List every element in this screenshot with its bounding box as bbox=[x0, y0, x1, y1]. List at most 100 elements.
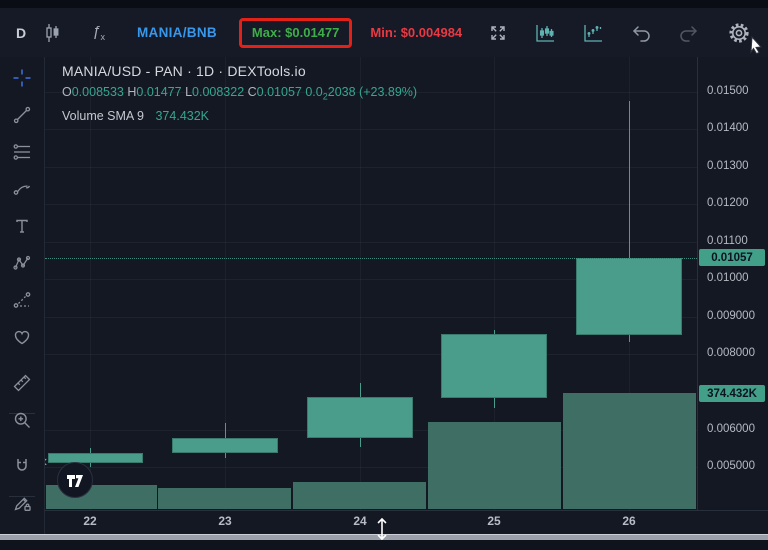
sidebar-tool-crosshair[interactable] bbox=[0, 63, 44, 93]
emoji-heart-icon bbox=[12, 327, 32, 347]
expand-icon bbox=[488, 23, 508, 43]
ruler-icon bbox=[12, 373, 32, 393]
chart-title: MANIA/USD - PAN · 1D · DEXTools.io bbox=[62, 63, 417, 79]
last-volume-badge: 374.432K bbox=[699, 385, 765, 402]
volume-bar bbox=[563, 393, 696, 509]
sidebar-tool-magnet[interactable] bbox=[0, 451, 44, 481]
max-price-label: Max: $0.01477 bbox=[252, 25, 339, 40]
redo-button[interactable] bbox=[672, 20, 706, 46]
price-tick: 0.01000 bbox=[707, 272, 749, 284]
axis-resize-handle[interactable] bbox=[374, 516, 390, 542]
sidebar-tool-brush[interactable] bbox=[0, 174, 44, 204]
mouse-cursor-icon bbox=[750, 36, 764, 54]
brush-icon bbox=[12, 179, 32, 199]
price-tick: 0.01400 bbox=[707, 122, 749, 134]
toolbar-right-group bbox=[468, 16, 758, 50]
price-tick: 0.006000 bbox=[707, 423, 755, 435]
candle-style-icon bbox=[42, 22, 62, 44]
h-gridline bbox=[45, 129, 697, 130]
min-price-label: Min: $0.004984 bbox=[370, 25, 462, 40]
price-tick: 0.01200 bbox=[707, 197, 749, 209]
time-tick: 23 bbox=[218, 514, 231, 528]
toolbar-left-group: D ƒx MANIA/BNB Max: $0.01477 Min: $0.004… bbox=[6, 18, 462, 48]
forecast-icon bbox=[12, 290, 32, 310]
price-tick: 0.01100 bbox=[707, 235, 748, 247]
h-gridline bbox=[45, 167, 697, 168]
indicators-button[interactable]: ƒx bbox=[68, 19, 123, 46]
high-value: 0.01477 bbox=[136, 85, 181, 99]
volume-bar bbox=[158, 488, 291, 509]
top-toolbar: D ƒx MANIA/BNB Max: $0.01477 Min: $0.004… bbox=[0, 8, 768, 57]
h-gridline bbox=[45, 204, 697, 205]
sidebar-tool-emoji-heart[interactable] bbox=[0, 322, 44, 352]
settings-button[interactable] bbox=[720, 16, 758, 50]
candle bbox=[576, 258, 682, 335]
v-gridline bbox=[90, 57, 91, 510]
lock-drawings-icon bbox=[12, 493, 32, 513]
sidebar-tool-ruler[interactable] bbox=[0, 368, 44, 398]
price-tick: 0.008000 bbox=[707, 347, 755, 359]
time-axis[interactable]: 22 23 24 25 26 bbox=[45, 510, 768, 530]
sidebar-tool-xabcd-pattern[interactable] bbox=[0, 248, 44, 278]
sidebar-tool-fib-retracement[interactable] bbox=[0, 137, 44, 167]
volume-row: Volume SMA 9 374.432K bbox=[62, 109, 417, 123]
redo-icon bbox=[678, 24, 700, 42]
price-axis[interactable]: 0.01057 374.432K 0.01500 0.01400 0.01300 0.… bbox=[697, 57, 768, 530]
undo-icon bbox=[630, 24, 652, 42]
candles-chart-icon bbox=[534, 23, 556, 43]
fullscreen-button[interactable] bbox=[482, 19, 514, 47]
chart-pane[interactable]: MANIA/USD - PAN · 1D · DEXTools.io O0.00… bbox=[45, 57, 697, 510]
text-icon bbox=[12, 216, 32, 236]
open-value: 0.008533 bbox=[72, 85, 124, 99]
low-value: 0.008322 bbox=[192, 85, 244, 99]
candle bbox=[307, 397, 413, 438]
time-tick: 22 bbox=[83, 514, 96, 528]
change-value: 0.022038 bbox=[305, 85, 355, 99]
volume-label: Volume SMA 9 bbox=[62, 109, 144, 123]
sidebar-tool-lock-drawings[interactable] bbox=[0, 488, 44, 518]
sidebar-tool-forecast[interactable] bbox=[0, 285, 44, 315]
volume-value: 374.432K bbox=[155, 109, 209, 123]
fib-retracement-icon bbox=[12, 142, 32, 162]
price-tick: 0.01500 bbox=[707, 85, 749, 97]
price-tick: 0.005000 bbox=[707, 460, 755, 472]
bottom-strip bbox=[0, 540, 768, 550]
ohlc-row: O0.008533 H0.01477 L0.008322 C0.01057 0.… bbox=[62, 85, 417, 102]
close-value: 0.01057 bbox=[257, 85, 302, 99]
xabcd-pattern-icon bbox=[12, 253, 32, 273]
window-top-strip bbox=[0, 0, 768, 8]
h-gridline bbox=[45, 242, 697, 243]
candle bbox=[48, 453, 143, 463]
candle-style-button[interactable] bbox=[36, 18, 68, 48]
baseline-chart-button[interactable] bbox=[576, 19, 610, 47]
scroll-left-icon[interactable]: ‹ bbox=[45, 453, 47, 471]
drawing-toolbar bbox=[0, 57, 45, 534]
time-tick: 24 bbox=[353, 514, 366, 528]
volume-bar bbox=[428, 422, 561, 509]
time-tick: 25 bbox=[487, 514, 500, 528]
chart-legend: MANIA/USD - PAN · 1D · DEXTools.io O0.00… bbox=[62, 63, 417, 123]
last-price-line bbox=[45, 258, 697, 259]
crosshair-icon bbox=[12, 68, 32, 88]
ticker-button[interactable]: MANIA/BNB bbox=[131, 21, 223, 44]
sidebar-tool-zoom-in[interactable] bbox=[0, 405, 44, 435]
indicators-fx-icon: ƒx bbox=[92, 23, 105, 42]
gear-icon bbox=[726, 20, 752, 46]
chart-app: D ƒx MANIA/BNB Max: $0.01477 Min: $0.004… bbox=[0, 0, 768, 550]
candle bbox=[441, 334, 547, 398]
price-tick: 0.009000 bbox=[707, 310, 755, 322]
magnet-icon bbox=[12, 456, 32, 476]
time-tick: 26 bbox=[622, 514, 635, 528]
last-price-badge: 0.01057 bbox=[699, 249, 765, 266]
trend-line-icon bbox=[12, 105, 32, 125]
sidebar-tool-trend-line[interactable] bbox=[0, 100, 44, 130]
sidebar-tool-text[interactable] bbox=[0, 211, 44, 241]
h-gridline bbox=[45, 354, 697, 355]
candles-chart-button[interactable] bbox=[528, 19, 562, 47]
tradingview-logo[interactable] bbox=[57, 462, 93, 498]
max-highlight-box: Max: $0.01477 bbox=[239, 18, 352, 48]
change-percent: (+23.89%) bbox=[359, 85, 417, 99]
timeframe-button[interactable]: D bbox=[6, 21, 36, 45]
undo-button[interactable] bbox=[624, 20, 658, 46]
price-tick: 0.01300 bbox=[707, 160, 749, 172]
